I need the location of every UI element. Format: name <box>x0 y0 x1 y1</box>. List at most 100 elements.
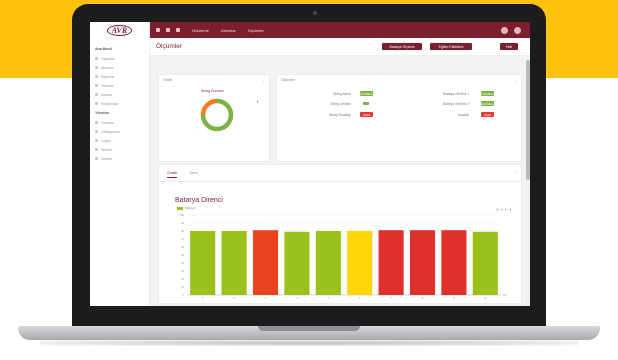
grid-icon[interactable] <box>176 28 180 32</box>
sidebar-item-label: Raporlar <box>101 74 115 79</box>
collapse-icon[interactable]: ⌄ <box>514 78 517 83</box>
user-avatar[interactable] <box>514 26 521 34</box>
chart-bar[interactable] <box>252 230 279 295</box>
x-tick-label: 8 <box>422 296 424 300</box>
home-icon[interactable] <box>166 28 170 32</box>
y-tick-label: 40 <box>181 261 184 265</box>
x-tick-label: 4 <box>296 296 298 300</box>
x-tick-label: 3 <box>265 296 267 300</box>
x-tick-label: 2 <box>233 296 235 300</box>
y-tick-label: 10 <box>181 285 184 289</box>
y-tick-label: 60 <box>181 245 184 249</box>
gear-icon <box>95 93 98 96</box>
notification-icon[interactable] <box>501 26 508 34</box>
chart-bar[interactable] <box>441 230 467 295</box>
y-tick-label: 70 <box>181 237 184 241</box>
top-navbar: Önizleme Alarmlar Ölçümler <box>150 22 530 38</box>
y-tick-label: 30 <box>181 269 184 273</box>
status-label: Batarya Gerilimi 1 <box>442 92 469 96</box>
chart-bar[interactable] <box>409 230 436 295</box>
sidebar-item-sistem[interactable]: Sistem <box>90 145 149 154</box>
sidebar-item-raporlar[interactable]: Raporlar <box>90 72 149 81</box>
y-tick-label: 80 <box>181 229 184 233</box>
x-tick-label: 9 <box>453 296 455 300</box>
main-content: Ölçümler Batarya Ölçümü Eğitim Fakültesi… <box>150 38 530 306</box>
status-badge: NORMAL <box>360 91 373 96</box>
x-tick-label: 7 <box>390 296 392 300</box>
logo-area[interactable]: AVR <box>90 22 150 38</box>
nav-link-olcumler[interactable]: Ölçümler <box>248 28 264 33</box>
brand-logo[interactable]: AVR <box>106 24 133 36</box>
status-badge: NORMAL <box>481 101 494 106</box>
status-label: String Sıcaklığı <box>328 113 351 117</box>
sidebar-item-cihazlar[interactable]: Cihazlar <box>90 81 149 90</box>
help-icon <box>95 157 98 160</box>
page-title: Ölçümler <box>156 43 183 50</box>
bell-icon <box>95 66 98 69</box>
list-icon <box>95 139 98 142</box>
sidebar-item-label: Sistem <box>101 147 112 152</box>
chart-bar[interactable] <box>472 231 498 295</box>
sidebar-item-kullanicilar[interactable]: Kullanıcılar <box>90 99 149 108</box>
device-select-button[interactable]: Batarya Ölçümü <box>382 43 422 50</box>
menu-icon[interactable] <box>156 28 160 32</box>
summary-card: Grafik ⌄ String Durumu ⬇ <box>158 74 270 162</box>
sidebar-item-destek[interactable]: Destek <box>90 154 149 163</box>
x-axis-label: No <box>503 293 507 297</box>
status-label: Batarya Gerilimi 2 <box>442 102 469 106</box>
sidebar-item-label: Destek <box>101 156 112 161</box>
chart-bar[interactable] <box>378 230 404 295</box>
chart-card: Grafik Tablo ⌄ Batarya Direnci String 1 … <box>158 164 523 304</box>
status-label: String Akımı <box>333 92 351 96</box>
donut-label: String Durumu <box>201 89 224 93</box>
download-icon[interactable]: ⬇ <box>256 99 259 104</box>
nav-link-onizleme[interactable]: Önizleme <box>192 28 209 33</box>
laptop-shadow <box>40 340 578 346</box>
chart-bar[interactable] <box>284 231 310 295</box>
y-tick-label: 0 <box>183 293 185 297</box>
sidebar-section-title: Ana Menü <box>95 47 112 51</box>
collapse-icon[interactable]: ⌄ <box>262 78 265 83</box>
y-tick-label: 90 <box>181 221 184 225</box>
status-label: String Gerilimi <box>330 102 351 106</box>
status-badge: HATA <box>360 112 373 117</box>
sidebar-item-ayarlar[interactable]: Ayarlar <box>90 90 149 99</box>
building-icon <box>95 121 98 124</box>
sidebar-section-title: Yönetim <box>95 111 109 115</box>
sidebar-item-label: Ölçümler <box>101 56 116 61</box>
x-tick-label: 6 <box>359 296 361 300</box>
card-title: Ölçümler <box>281 78 296 82</box>
location-select-button[interactable]: Eğitim Fakültesi <box>430 43 472 50</box>
sidebar-item-alarmlar[interactable]: Alarmlar <box>90 63 149 72</box>
sidebar: Ana Menü Ölçümler Alarmlar Raporlar Ciha… <box>90 38 150 306</box>
card-title: Grafik <box>163 78 173 82</box>
sidebar-item-lokasyonlar[interactable]: Lokasyonlar <box>90 127 149 136</box>
chart-bar[interactable] <box>315 231 341 295</box>
status-donut <box>200 98 234 132</box>
sidebar-item-loglar[interactable]: Loglar <box>90 136 149 145</box>
webcam <box>313 11 317 15</box>
device-icon <box>95 84 98 87</box>
pin-icon <box>95 130 98 133</box>
chart-bar[interactable] <box>221 231 247 295</box>
status-card: Ölçümler ⌄ String Akımı NORMAL String Ge… <box>276 74 522 162</box>
app-screen: AVR Önizleme Alarmlar Ölçümler Ana Menü … <box>90 22 530 306</box>
scrollbar-thumb[interactable] <box>526 60 530 180</box>
sidebar-item-label: Cihazlar <box>101 83 114 88</box>
sidebar-item-label: Lokasyonlar <box>101 129 120 134</box>
server-icon <box>95 148 98 151</box>
sidebar-item-label: Ayarlar <box>101 92 113 97</box>
nav-link-alarmlar[interactable]: Alarmlar <box>221 28 236 33</box>
x-tick-label: 1 <box>202 296 204 300</box>
sidebar-item-olcumler[interactable]: Ölçümler <box>90 54 149 63</box>
status-badge: NORMAL <box>481 91 494 96</box>
file-icon <box>95 75 98 78</box>
chart-bar[interactable] <box>347 231 373 295</box>
sidebar-item-firmalar[interactable]: Firmalar <box>90 118 149 127</box>
chart-bar[interactable] <box>190 231 216 295</box>
hall-select-button[interactable]: Hall <box>500 43 518 50</box>
laptop-notch <box>258 326 360 331</box>
sidebar-item-label: Firmalar <box>101 120 114 125</box>
status-badge <box>363 102 369 105</box>
y-tick-label: 50 <box>181 253 184 257</box>
